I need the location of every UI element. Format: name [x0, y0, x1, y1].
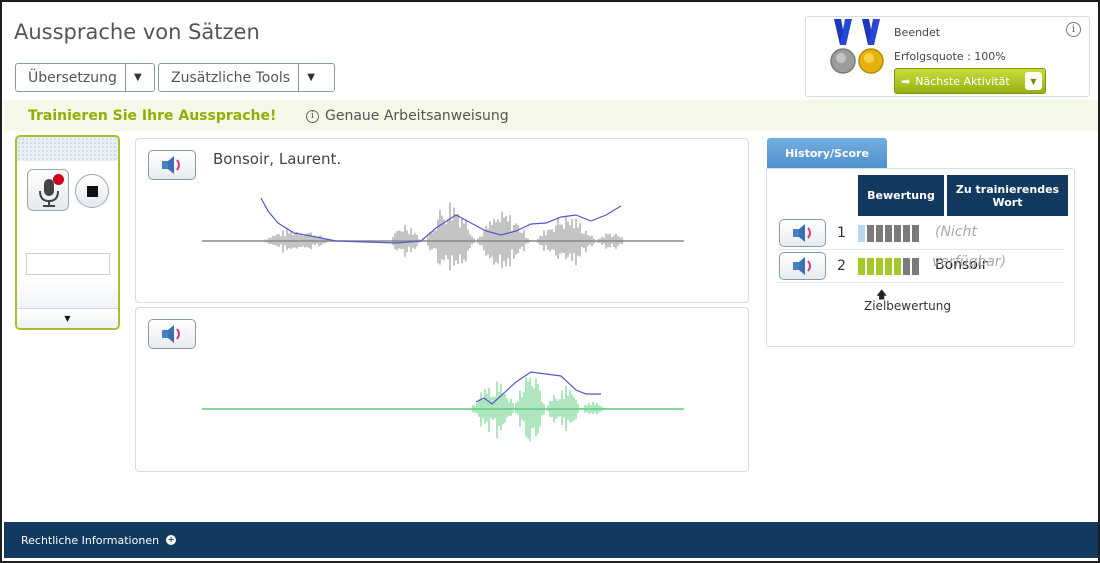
- recorder-panel: ▼: [15, 135, 120, 330]
- score-segment: [885, 258, 892, 275]
- score-segment: [876, 258, 883, 275]
- stop-icon: [86, 185, 98, 197]
- translation-dropdown-label: Übersetzung: [16, 64, 126, 91]
- user-waveform-panel: [135, 307, 749, 472]
- chevron-down-icon: ▼: [134, 72, 142, 83]
- detailed-instructions-label: Genaue Arbeitsanweisung: [325, 108, 509, 124]
- expand-icon: +: [166, 535, 177, 545]
- attempt-number: 1: [837, 225, 846, 241]
- instruction-title: Trainieren Sie Ihre Aussprache!: [28, 108, 277, 124]
- score-segment: [885, 225, 892, 242]
- attempt-word-overflow: verfügbar): [932, 254, 1007, 270]
- recording-indicator-icon: [53, 174, 64, 185]
- activity-status-panel: Beendet Erfolgsquote : 100% i ➡ Nächste …: [805, 16, 1090, 97]
- score-segment: [912, 258, 919, 275]
- chevron-down-icon: ▼: [307, 72, 315, 83]
- score-segment: [894, 225, 901, 242]
- attempt-word: (Nicht: [935, 224, 977, 240]
- history-row: 1 (Nicht: [777, 217, 1064, 250]
- recording-field: [26, 253, 110, 275]
- score-segment: [867, 258, 874, 275]
- play-attempt-button[interactable]: [779, 219, 826, 247]
- attempt-number: 2: [837, 258, 846, 274]
- activity-state: Beendet: [894, 26, 941, 39]
- history-row: 2 Bonsoir: [777, 250, 1064, 283]
- footer-label: Rechtliche Informationen: [21, 533, 160, 547]
- score-segment: [894, 258, 901, 275]
- score-segment: [903, 258, 910, 275]
- stop-button[interactable]: [75, 174, 109, 208]
- score-segment: [858, 225, 865, 242]
- detailed-instructions-link[interactable]: i Genaue Arbeitsanweisung: [306, 108, 509, 124]
- recorder-expand-button[interactable]: ▼: [17, 308, 118, 328]
- score-bar: [858, 225, 919, 242]
- info-icon: i: [306, 109, 319, 123]
- score-segment: [858, 258, 865, 275]
- chevron-down-icon[interactable]: ▼: [1025, 72, 1042, 90]
- footer-legal-link[interactable]: Rechtliche Informationen +: [4, 522, 1098, 558]
- tools-dropdown[interactable]: Zusätzliche Tools ▼: [158, 63, 335, 92]
- history-panel: Bewertung Zu trainierendes Wort 1 (Nicht: [766, 168, 1075, 347]
- score-segment: [876, 225, 883, 242]
- target-score-label: Zielbewertung: [864, 299, 951, 313]
- tab-history-score[interactable]: History/Score: [767, 138, 887, 168]
- page-title: Aussprache von Sätzen: [14, 20, 260, 44]
- play-attempt-button[interactable]: [779, 252, 826, 280]
- instruction-bar: Trainieren Sie Ihre Aussprache! i Genaue…: [4, 100, 1098, 131]
- model-waveform: [202, 197, 684, 271]
- success-rate: Erfolgsquote : 100%: [894, 50, 1006, 63]
- silver-medal-icon: [830, 19, 856, 74]
- gold-medal-icon: [858, 19, 884, 74]
- column-header-word: Zu trainierendes Wort: [947, 175, 1068, 216]
- user-waveform: [202, 371, 684, 442]
- score-bar: [858, 258, 919, 275]
- record-button[interactable]: [27, 169, 69, 211]
- speaker-icon: [792, 224, 811, 242]
- recorder-level-meter: [17, 137, 118, 161]
- next-activity-label: Nächste Aktivität: [915, 74, 1010, 88]
- model-waveform-panel: Bonsoir, Laurent.: [135, 138, 749, 303]
- translation-dropdown[interactable]: Übersetzung ▼: [15, 63, 155, 92]
- arrow-right-icon: ➡: [901, 74, 911, 88]
- microphone-icon: [39, 179, 59, 207]
- score-segment: [903, 225, 910, 242]
- score-segment: [912, 225, 919, 242]
- tools-dropdown-label: Zusätzliche Tools: [159, 64, 300, 91]
- chevron-down-icon: ▼: [64, 314, 71, 323]
- score-segment: [867, 225, 874, 242]
- column-header-score: Bewertung: [858, 175, 944, 216]
- info-icon[interactable]: i: [1066, 22, 1081, 37]
- speaker-icon: [792, 257, 811, 275]
- app-frame: Aussprache von Sätzen Übersetzung ▼ Zusä…: [0, 0, 1100, 563]
- next-activity-button[interactable]: ➡ Nächste Aktivität ▼: [894, 68, 1046, 94]
